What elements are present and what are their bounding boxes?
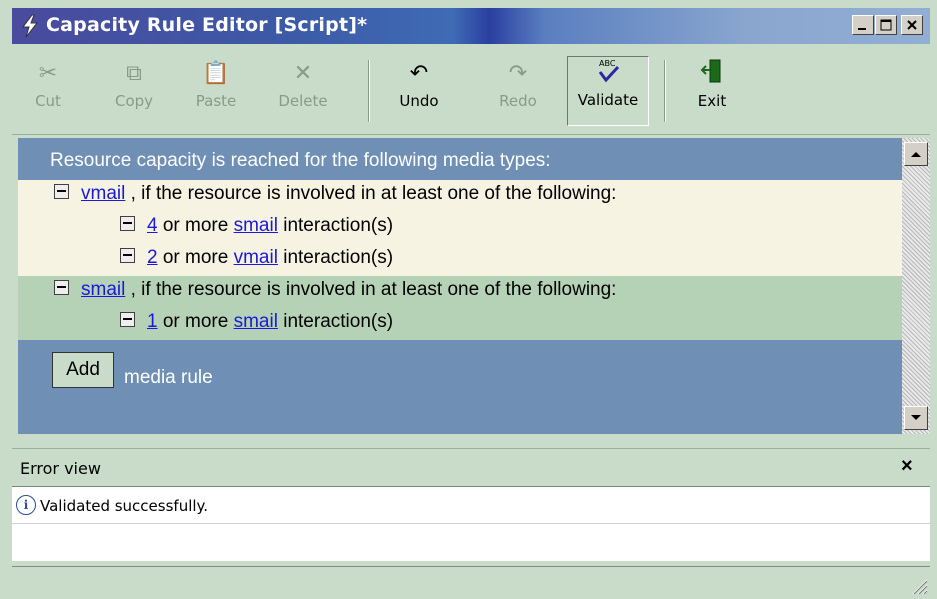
info-icon: i: [16, 495, 36, 515]
error-view-panel: i Validated successfully.: [12, 486, 930, 561]
error-view-header: Error view ×: [12, 448, 930, 487]
media-type-link[interactable]: vmail: [81, 183, 125, 204]
toolbar-separator: [664, 60, 666, 122]
rule-editor-panel: Resource capacity is reached for the fol…: [18, 138, 902, 434]
paste-button[interactable]: 📋 Paste: [186, 58, 246, 124]
condition-row: 1 or more smail interaction(s): [18, 308, 902, 340]
redo-arrow-icon: ↷: [508, 60, 528, 85]
copy-icon: ⧉: [126, 60, 142, 85]
media-rule-row: smail , if the resource is involved in a…: [18, 276, 902, 308]
capacity-rule-editor-window: Capacity Rule Editor [Script]* ✂ Cut ⧉ C…: [0, 0, 937, 599]
scroll-down-button[interactable]: [904, 406, 928, 430]
status-bar: [12, 566, 930, 597]
media-type-link[interactable]: smail: [234, 311, 278, 332]
minimize-icon: [858, 28, 866, 30]
collapse-toggle[interactable]: [120, 216, 135, 232]
divider: [12, 523, 930, 524]
collapse-toggle[interactable]: [54, 280, 69, 296]
error-view-title: Error view: [20, 459, 101, 478]
abc-check-icon: ABC: [568, 57, 648, 87]
exit-door-icon: [682, 58, 742, 88]
lightning-icon: [18, 14, 42, 38]
undo-button[interactable]: ↶ Undo: [389, 58, 449, 124]
maximize-icon: [880, 19, 892, 31]
count-link[interactable]: 4: [147, 215, 158, 236]
maximize-button[interactable]: [875, 15, 897, 35]
media-rule-row: vmail , if the resource is involved in a…: [18, 180, 902, 212]
window-title: Capacity Rule Editor [Script]*: [46, 14, 368, 36]
collapse-toggle[interactable]: [120, 248, 135, 264]
scissors-icon: ✂: [38, 60, 58, 85]
media-type-link[interactable]: smail: [81, 279, 125, 300]
arrow-up-icon: [911, 152, 921, 157]
condition-row: 4 or more smail interaction(s): [18, 212, 902, 244]
redo-button[interactable]: ↷ Redo: [488, 58, 548, 124]
arrow-down-icon: [911, 415, 921, 420]
exit-button[interactable]: Exit: [682, 58, 742, 124]
cut-button[interactable]: ✂ Cut: [18, 58, 78, 124]
media-type-link[interactable]: vmail: [234, 247, 278, 268]
count-link[interactable]: 2: [147, 247, 158, 268]
condition-row: 2 or more vmail interaction(s): [18, 244, 902, 276]
scroll-up-button[interactable]: [904, 142, 928, 166]
paste-icon: 📋: [202, 60, 230, 85]
collapse-toggle[interactable]: [120, 312, 135, 328]
collapse-toggle[interactable]: [54, 184, 69, 200]
close-icon: [907, 20, 917, 30]
toolbar-separator: [368, 60, 370, 122]
close-button[interactable]: [901, 15, 923, 35]
delete-button[interactable]: ✕ Delete: [268, 58, 338, 124]
copy-button[interactable]: ⧉ Copy: [104, 58, 164, 124]
undo-arrow-icon: ↶: [409, 60, 429, 85]
add-media-rule-label: media rule: [124, 367, 213, 388]
toolbar: ✂ Cut ⧉ Copy 📋 Paste ✕ Delete ↶ Undo ↷ R…: [12, 46, 930, 135]
title-bar[interactable]: Capacity Rule Editor [Script]*: [12, 8, 930, 44]
error-message: Validated successfully.: [40, 497, 209, 515]
rule-header: Resource capacity is reached for the fol…: [50, 150, 551, 171]
count-link[interactable]: 1: [147, 311, 158, 332]
resize-grip-icon[interactable]: [910, 577, 928, 595]
validate-button[interactable]: ABC Validate: [567, 56, 649, 126]
add-media-rule-button[interactable]: Add: [52, 352, 114, 388]
close-icon[interactable]: ×: [901, 455, 913, 478]
delete-x-icon: ✕: [293, 60, 313, 85]
media-type-link[interactable]: smail: [234, 215, 278, 236]
minimize-button[interactable]: [852, 15, 874, 35]
svg-text:ABC: ABC: [599, 59, 616, 68]
vertical-scrollbar[interactable]: [902, 138, 930, 434]
